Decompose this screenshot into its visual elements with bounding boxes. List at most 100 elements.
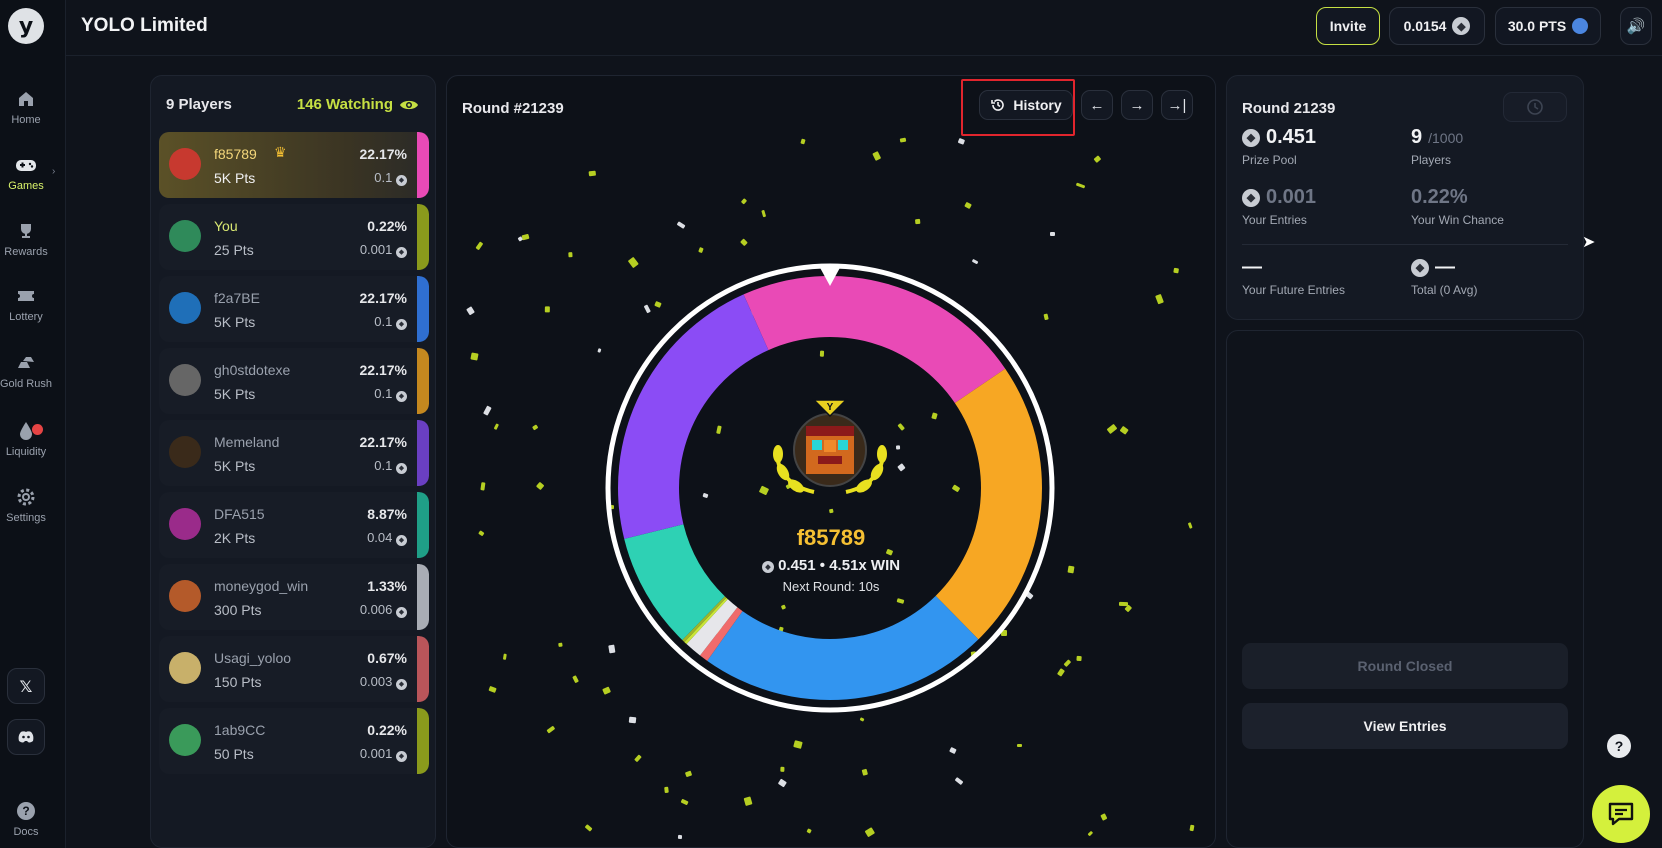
chat-icon	[1608, 802, 1634, 826]
player-color-bar	[417, 564, 429, 630]
trophy-icon	[0, 220, 52, 242]
player-avatar	[169, 292, 201, 324]
x-icon: 𝕏	[19, 676, 33, 696]
confetti-piece	[914, 219, 921, 225]
confetti-piece	[1189, 824, 1195, 831]
sidebar-item-docs[interactable]: ? Docs	[0, 800, 52, 838]
previous-round-button[interactable]: ←	[1081, 90, 1113, 120]
x-social-button[interactable]: 𝕏	[7, 668, 45, 704]
invite-button[interactable]: Invite	[1316, 7, 1380, 45]
winner-amount: 0.451	[778, 557, 816, 574]
sidebar-item-label: Lottery	[9, 311, 43, 323]
player-color-bar	[417, 492, 429, 558]
player-points: 2K Pts	[214, 530, 256, 546]
future-entries-label: Your Future Entries	[1242, 283, 1345, 297]
discord-button[interactable]	[7, 719, 45, 755]
confetti-piece	[760, 210, 766, 218]
top-bar: YOLO Limited Invite 0.0154 ◆ 30.0 PTS 🔊	[66, 0, 1662, 56]
history-button[interactable]: History	[979, 90, 1073, 120]
player-win-chance: 22.17%	[359, 290, 407, 306]
round-closed-button[interactable]: Round Closed	[1242, 643, 1568, 689]
separator-dot: •	[819, 557, 830, 574]
player-points: 150 Pts	[214, 674, 262, 690]
player-points: 50 Pts	[214, 746, 254, 762]
players-label: Players	[1411, 153, 1452, 167]
player-avatar	[169, 436, 201, 468]
eth-icon: ◆	[396, 750, 407, 762]
confetti-piece	[596, 347, 602, 354]
eth-icon: ◆	[396, 606, 407, 618]
view-entries-button[interactable]: View Entries	[1242, 703, 1568, 749]
sidebar-item-liquidity[interactable]: Liquidity	[0, 420, 52, 458]
player-points: 25 Pts	[214, 242, 254, 258]
player-row[interactable]: f85789 ♛ 5K Pts 22.17% 0.1 ◆	[159, 132, 429, 198]
chat-button[interactable]	[1592, 785, 1650, 843]
round-stats-title: Round 21239	[1242, 100, 1336, 117]
notification-dot	[32, 424, 43, 435]
player-row[interactable]: gh0stdotexe 5K Pts 22.17% 0.1 ◆	[159, 348, 429, 414]
winner-avatar-badge: Y	[768, 394, 892, 504]
players-stat: 9/1000 Players	[1411, 126, 1463, 167]
sidebar-item-lottery[interactable]: Lottery	[0, 285, 52, 323]
sidebar-item-settings[interactable]: Settings	[0, 486, 52, 524]
player-entry-amount: 0.001 ◆	[360, 242, 407, 258]
player-color-bar	[417, 636, 429, 702]
clock-icon	[1527, 99, 1543, 115]
confetti-piece	[1076, 656, 1082, 661]
your-entries-label: Your Entries	[1242, 213, 1307, 227]
player-color-bar	[417, 276, 429, 342]
player-entry-amount: 0.003 ◆	[360, 674, 407, 690]
confetti-piece	[488, 686, 498, 694]
player-row[interactable]: f2a7BE 5K Pts 22.17% 0.1 ◆	[159, 276, 429, 342]
player-row[interactable]: DFA515 2K Pts 8.87% 0.04 ◆	[159, 492, 429, 558]
player-win-chance: 22.17%	[359, 146, 407, 162]
your-entries-stat: ◆ 0.001 Your Entries	[1242, 186, 1316, 227]
player-row[interactable]: moneygod_win 300 Pts 1.33% 0.006 ◆	[159, 564, 429, 630]
player-row[interactable]: Memeland 5K Pts 22.17% 0.1 ◆	[159, 420, 429, 486]
eth-balance-button[interactable]: 0.0154 ◆	[1389, 7, 1485, 45]
app-title: YOLO Limited	[81, 15, 208, 36]
player-entry-value: 0.04	[367, 530, 393, 545]
eth-icon: ◆	[1411, 258, 1429, 277]
help-button[interactable]: ?	[1607, 734, 1631, 758]
confetti-piece	[800, 138, 806, 144]
confetti-piece	[1106, 423, 1117, 434]
player-avatar	[169, 580, 201, 612]
sidebar-item-gold-rush[interactable]: Gold Rush	[0, 352, 52, 390]
help-circle-icon: ?	[0, 800, 52, 822]
round-timer-button[interactable]	[1503, 92, 1567, 122]
sidebar-item-home[interactable]: Home	[0, 88, 52, 126]
discord-icon	[18, 731, 34, 743]
confetti-piece	[546, 725, 555, 734]
confetti-piece	[806, 828, 813, 835]
watching-count: 146 Watching	[297, 96, 419, 113]
arrow-left-icon: ←	[1089, 96, 1105, 114]
player-color-bar	[417, 204, 429, 270]
yolo-logo[interactable]: y	[8, 8, 44, 44]
gear-icon	[0, 486, 52, 508]
winner-summary: ◆ 0.451 • 4.51x WIN	[447, 557, 1215, 574]
player-entry-amount: 0.04 ◆	[367, 530, 407, 546]
confetti-piece	[1154, 294, 1164, 305]
eth-icon: ◆	[1242, 188, 1260, 207]
eye-icon	[400, 100, 418, 109]
player-entry-value: 0.006	[359, 602, 393, 617]
sidebar-item-label: Settings	[6, 512, 46, 524]
points-button[interactable]: 30.0 PTS	[1495, 7, 1601, 45]
sidebar-item-rewards[interactable]: Rewards	[0, 220, 52, 258]
next-round-button[interactable]: →	[1121, 90, 1153, 120]
confetti-piece	[954, 777, 964, 786]
confetti-piece	[588, 170, 597, 177]
sound-toggle[interactable]: 🔊	[1620, 7, 1652, 45]
player-row[interactable]: Usagi_yoloo 150 Pts 0.67% 0.003 ◆	[159, 636, 429, 702]
latest-round-button[interactable]: →|	[1161, 90, 1193, 120]
confetti-piece	[899, 137, 907, 143]
player-name: gh0stdotexe	[214, 362, 291, 378]
sidebar-item-games[interactable]: Games	[0, 154, 52, 192]
confetti-piece	[1076, 182, 1086, 189]
player-row[interactable]: You 25 Pts 0.22% 0.001 ◆	[159, 204, 429, 270]
globe-icon	[1572, 18, 1589, 34]
player-row[interactable]: 1ab9CC 50 Pts 0.22% 0.001 ◆	[159, 708, 429, 774]
confetti-piece	[535, 482, 545, 492]
eth-icon: ◆	[396, 534, 407, 546]
